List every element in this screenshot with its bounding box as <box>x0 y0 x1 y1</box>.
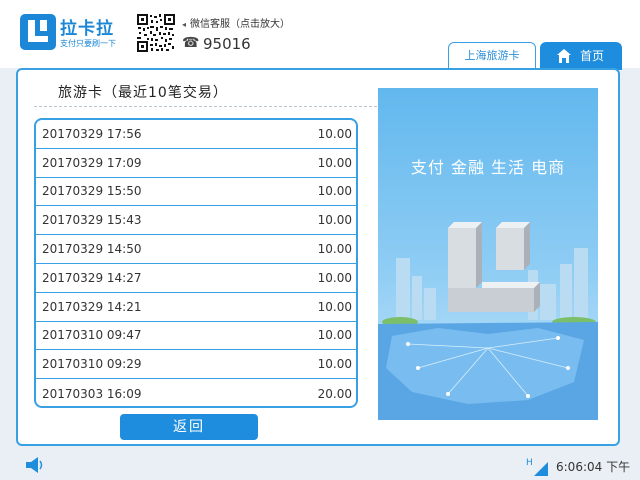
wechat-qr-code[interactable] <box>136 13 176 53</box>
title-divider <box>34 106 382 107</box>
transaction-time: 20170329 14:21 <box>42 299 142 314</box>
transaction-time: 20170329 14:50 <box>42 242 142 257</box>
table-row[interactable]: 20170329 15:50 10.00 <box>36 178 356 207</box>
table-row[interactable]: 20170329 17:56 10.00 <box>36 120 356 149</box>
table-row[interactable]: 20170329 17:09 10.00 <box>36 149 356 178</box>
transaction-time: 20170329 14:27 <box>42 270 142 285</box>
arrow-left-icon: ◂ <box>182 20 187 29</box>
status-bar: H 6:06:04 下午 <box>0 452 640 480</box>
table-row[interactable]: 20170329 14:50 10.00 <box>36 235 356 264</box>
table-row[interactable]: 20170329 14:21 10.00 <box>36 293 356 322</box>
transaction-amount: 10.00 <box>317 328 352 343</box>
transaction-amount: 10.00 <box>317 242 352 257</box>
speaker-icon[interactable] <box>24 456 44 474</box>
transaction-amount: 10.00 <box>317 357 352 372</box>
transaction-time: 20170329 15:50 <box>42 184 142 199</box>
table-row[interactable]: 20170303 16:09 20.00 <box>36 379 356 406</box>
home-icon <box>557 49 571 63</box>
brand-slogan: 支付只要刷一下 <box>60 39 116 48</box>
signal-type-label: H <box>526 458 533 468</box>
table-row[interactable]: 20170329 14:27 10.00 <box>36 264 356 293</box>
lakala-logo-icon <box>20 14 56 50</box>
city-logo-illustration <box>378 222 598 420</box>
transaction-amount: 10.00 <box>317 155 352 170</box>
service-phone-number: 95016 <box>203 35 251 53</box>
transaction-time: 20170329 15:43 <box>42 213 142 228</box>
transaction-time: 20170329 17:09 <box>42 155 142 170</box>
tab-home[interactable]: 首页 <box>540 42 622 70</box>
transaction-amount: 10.00 <box>317 299 352 314</box>
transaction-time: 20170310 09:47 <box>42 328 142 343</box>
signal-icon: H <box>526 458 548 476</box>
tab-home-label: 首页 <box>580 49 605 63</box>
transaction-amount: 10.00 <box>317 270 352 285</box>
tab-shanghai-travel-card[interactable]: 上海旅游卡 <box>448 42 536 70</box>
wechat-service-label[interactable]: ◂ 微信客服（点击放大） <box>182 15 290 30</box>
banner-slogan: 支付 金融 生活 电商 <box>410 158 566 177</box>
transaction-time: 20170310 09:29 <box>42 357 142 372</box>
clock: 6:06:04 下午 <box>556 460 631 474</box>
transaction-amount: 10.00 <box>317 126 352 141</box>
transaction-time: 20170303 16:09 <box>42 386 142 401</box>
table-row[interactable]: 20170329 15:43 10.00 <box>36 206 356 236</box>
table-row[interactable]: 20170310 09:47 10.00 <box>36 322 356 351</box>
back-button[interactable]: 返回 <box>120 414 258 440</box>
transaction-time: 20170329 17:56 <box>42 126 142 141</box>
transaction-amount: 10.00 <box>317 213 352 228</box>
header: 拉卡拉 支付只要刷一下 ◂ 微信客服（点击放大） ☎ 95016 上海旅游卡 首… <box>0 0 640 70</box>
transaction-list[interactable]: 20170329 17:56 10.00 20170329 17:09 10.00 … <box>34 118 358 408</box>
wechat-service-text: 微信客服（点击放大） <box>190 19 291 30</box>
phone-icon: ☎ <box>182 35 200 51</box>
brand-name: 拉卡拉 <box>60 19 114 39</box>
transaction-amount: 10.00 <box>317 184 352 199</box>
section-title: 旅游卡（最近10笔交易） <box>58 85 228 101</box>
transaction-amount: 20.00 <box>317 386 352 401</box>
table-row[interactable]: 20170310 09:29 10.00 <box>36 350 356 380</box>
main-panel: 旅游卡（最近10笔交易） 20170329 17:56 10.00 2017032… <box>16 68 620 446</box>
promo-banner: 支付 金融 生活 电商 <box>378 88 598 420</box>
